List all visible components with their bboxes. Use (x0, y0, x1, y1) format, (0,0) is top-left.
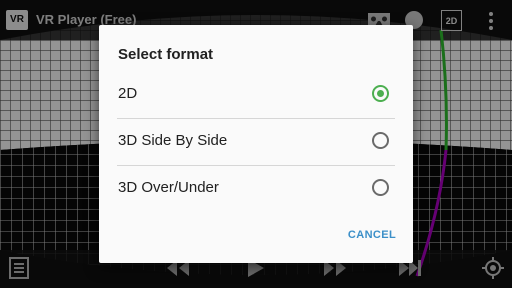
radio-unselected-icon[interactable] (372, 132, 389, 149)
radio-unselected-icon[interactable] (372, 179, 389, 196)
radio-selected-icon[interactable] (372, 85, 389, 102)
dialog-title: Select format (118, 46, 214, 63)
format-option-3d-side-by-side[interactable]: 3D Side By Side (99, 119, 413, 165)
option-label: 2D (118, 85, 138, 102)
option-label: 3D Over/Under (118, 179, 219, 196)
option-label: 3D Side By Side (118, 132, 228, 149)
format-option-2d[interactable]: 2D (99, 72, 413, 118)
select-format-dialog: Select format 2D 3D Side By Side 3D Over… (99, 25, 413, 263)
format-option-3d-over-under[interactable]: 3D Over/Under (99, 166, 413, 212)
cancel-button[interactable]: CANCEL (337, 223, 407, 247)
